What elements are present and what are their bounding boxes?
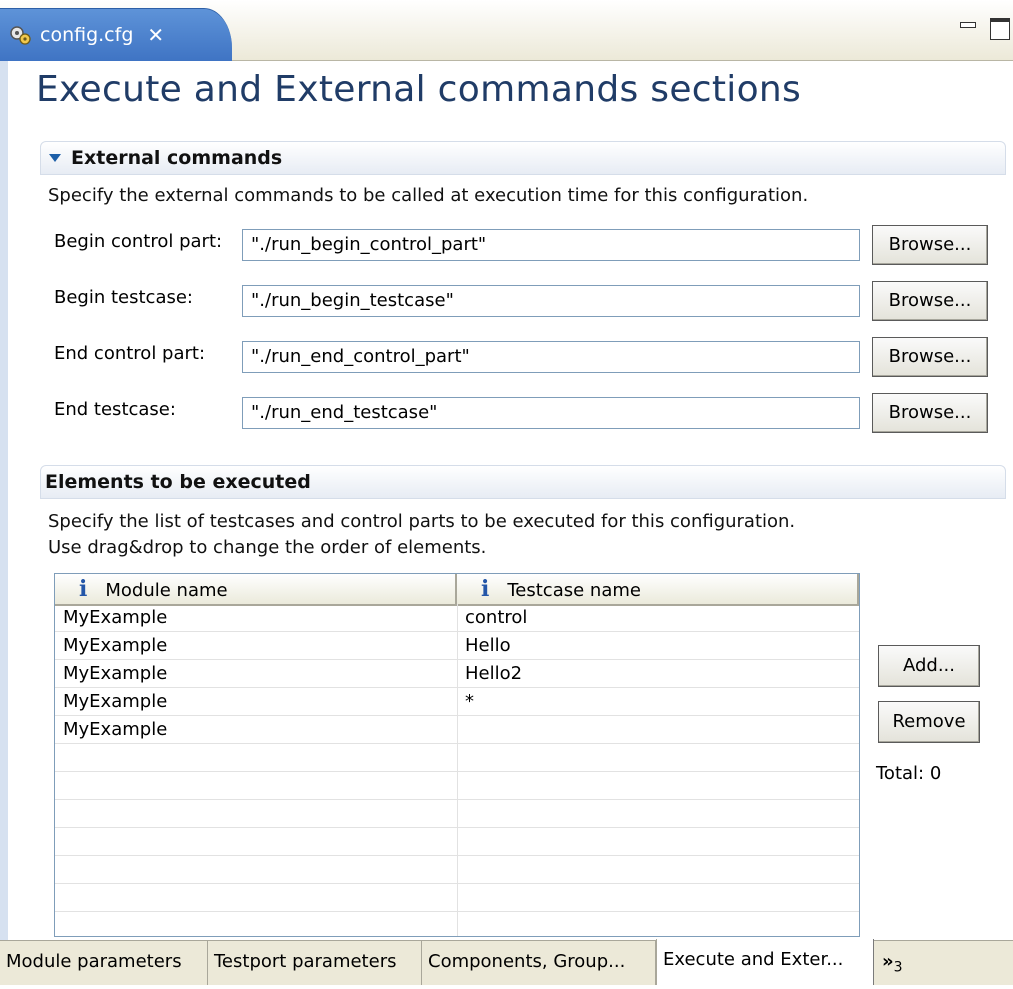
column-header-module-name[interactable]: i Module name [55,574,457,604]
total-count-label: Total: 0 [876,763,942,784]
browse-begin-testcase-button[interactable]: Browse... [872,281,988,321]
table-row[interactable]: MyExample Hello [55,632,859,660]
browse-end-testcase-button[interactable]: Browse... [872,393,988,433]
begin-control-part-label: Begin control part: [54,231,223,252]
tab-components-groups[interactable]: Components, Group... [422,941,656,985]
info-icon: i [481,576,490,602]
testcase-cell: Hello2 [465,663,523,684]
column-header-label: Testcase name [507,580,641,601]
module-cell: MyExample [63,691,168,712]
info-icon: i [79,576,88,602]
column-header-testcase-name[interactable]: i Testcase name [457,574,859,604]
elements-description-line-1: Specify the list of testcases and contro… [48,511,796,532]
external-commands-description: Specify the external commands to be call… [48,185,809,206]
tab-testport-parameters[interactable]: Testport parameters [208,941,422,985]
tab-module-parameters[interactable]: Module parameters [0,941,208,985]
tab-execute-and-external[interactable]: Execute and Exter... [656,939,874,985]
table-row[interactable]: MyExample [55,716,859,744]
end-testcase-label: End testcase: [54,399,176,420]
table-header: i Module name i Testcase name [55,574,859,606]
editor-content: Execute and External commands sections E… [0,61,1013,941]
minimize-icon[interactable] [960,22,976,28]
editor-tab-bar: config.cfg ✕ [0,0,1013,61]
empty-table-row [55,828,859,856]
module-cell: MyExample [63,663,168,684]
page-title: Execute and External commands sections [36,69,802,110]
remove-button[interactable]: Remove [878,701,980,743]
hidden-tab-count: 3 [893,959,903,976]
module-cell: MyExample [63,635,168,656]
browse-begin-control-part-button[interactable]: Browse... [872,225,988,265]
testcase-cell: control [465,607,528,628]
elements-description-line-2: Use drag&drop to change the order of ele… [48,537,487,558]
maximize-icon[interactable] [990,18,1010,40]
begin-control-part-input[interactable]: "./run_begin_control_part" [242,229,860,261]
collapse-triangle-icon[interactable] [49,154,61,162]
table-row[interactable]: MyExample control [55,604,859,632]
begin-testcase-input[interactable]: "./run_begin_testcase" [242,285,860,317]
table-row[interactable]: MyExample Hello2 [55,660,859,688]
empty-table-row [55,744,859,772]
module-cell: MyExample [63,607,168,628]
empty-table-row [55,800,859,828]
config-file-icon [8,23,32,47]
editor-page-tabs: Module parameters Testport parameters Co… [0,939,1013,985]
elements-section-title: Elements to be executed [45,471,311,493]
close-icon[interactable]: ✕ [147,23,164,47]
elements-to-be-executed-section-header: Elements to be executed [40,465,1006,499]
editor-tab-config[interactable]: config.cfg ✕ [0,8,232,61]
add-button[interactable]: Add... [878,645,980,687]
execute-elements-table[interactable]: i Module name i Testcase name MyExample con… [54,573,860,937]
empty-table-row [55,856,859,884]
external-commands-section-header[interactable]: External commands [40,141,1006,175]
testcase-cell: * [465,691,474,712]
column-header-label: Module name [105,580,228,601]
end-control-part-input[interactable]: "./run_end_control_part" [242,341,860,373]
chevron-double-right-icon: » [882,951,894,972]
external-commands-title: External commands [71,147,283,169]
browse-end-control-part-button[interactable]: Browse... [872,337,988,377]
editor-tab-title: config.cfg [40,24,134,46]
testcase-cell: Hello [465,635,511,656]
table-row[interactable]: MyExample * [55,688,859,716]
empty-table-row [55,884,859,912]
more-tabs-chevron[interactable]: »3 [882,941,903,985]
end-control-part-label: End control part: [54,343,206,364]
empty-table-row [55,772,859,800]
begin-testcase-label: Begin testcase: [54,287,193,308]
module-cell: MyExample [63,719,168,740]
end-testcase-input[interactable]: "./run_end_testcase" [242,397,860,429]
